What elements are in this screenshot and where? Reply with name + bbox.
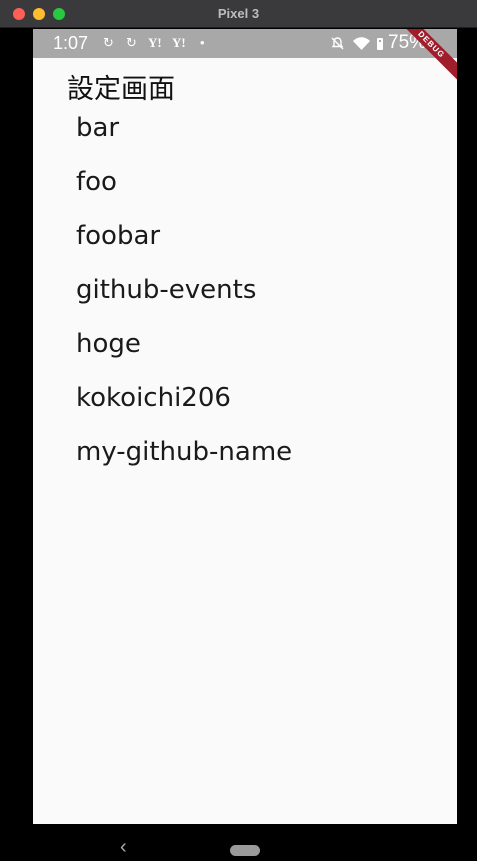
do-not-disturb-icon	[331, 37, 344, 50]
home-pill-button[interactable]	[230, 845, 260, 856]
list-item-label: hoge	[76, 329, 141, 359]
list-item[interactable]: kokoichi206	[33, 371, 457, 425]
window-titlebar: Pixel 3	[0, 0, 477, 28]
list-item[interactable]: bar	[33, 101, 457, 155]
status-time: 1:07	[53, 33, 89, 53]
window-title: Pixel 3	[217, 6, 260, 21]
list-item[interactable]: github-events	[33, 263, 457, 317]
wifi-icon	[353, 37, 370, 50]
battery-icon	[377, 38, 383, 50]
list-item-label: kokoichi206	[76, 383, 231, 413]
list-item-label: bar	[76, 113, 120, 143]
status-bar: 1:07 ↻ ↻ Y! Y! • 75% DEBUG	[33, 29, 457, 87]
dot-icon: •	[200, 35, 205, 50]
sync-icon: ↻	[126, 35, 137, 50]
phone-screen: 1:07 ↻ ↻ Y! Y! • 75% DEBUG 設定画面 bar foo …	[33, 29, 457, 824]
list-item-label: github-events	[76, 275, 257, 305]
list-item[interactable]: foo	[33, 155, 457, 209]
list-item[interactable]: my-github-name	[33, 425, 457, 479]
settings-list: bar foo foobar github-events hoge kokoic…	[33, 101, 457, 479]
list-item-label: foo	[76, 167, 117, 197]
list-item[interactable]: hoge	[33, 317, 457, 371]
sync-icon: ↻	[103, 35, 114, 50]
list-item[interactable]: foobar	[33, 209, 457, 263]
list-item-label: foobar	[76, 221, 161, 251]
back-icon[interactable]: ‹	[120, 836, 127, 859]
yahoo-icon: Y!	[148, 35, 162, 50]
list-item-label: my-github-name	[76, 437, 293, 467]
yahoo-icon: Y!	[172, 35, 186, 50]
